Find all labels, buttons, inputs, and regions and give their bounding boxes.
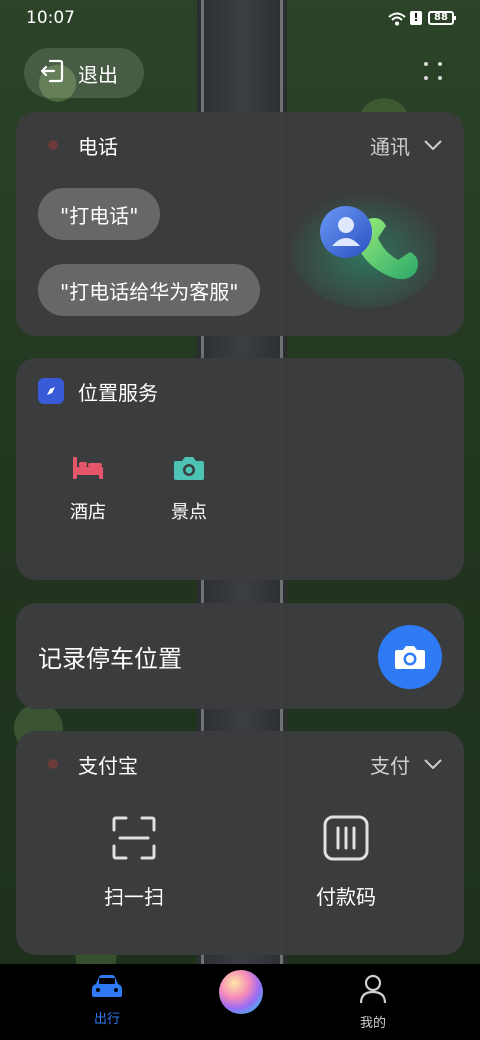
- hotel-label: 酒店: [70, 502, 106, 523]
- payment-code-button[interactable]: 付款码: [276, 813, 416, 910]
- nav-travel-label: 出行: [93, 1012, 120, 1027]
- camera-icon: [395, 646, 425, 669]
- battery-icon: 88: [428, 11, 456, 25]
- nav-mine[interactable]: 我的: [350, 974, 396, 1031]
- alipay-card-title: 支付宝: [78, 753, 138, 778]
- battery-level: 88: [434, 12, 448, 23]
- compass-icon: [38, 378, 64, 404]
- scan-button[interactable]: 扫一扫: [64, 813, 204, 910]
- nav-travel[interactable]: 出行: [84, 974, 130, 1027]
- location-card-title: 位置服务: [78, 380, 158, 405]
- payment-category-dropdown[interactable]: 支付: [370, 750, 442, 779]
- more-options-icon[interactable]: [424, 62, 444, 82]
- payment-code-label: 付款码: [316, 885, 376, 909]
- attraction-label: 景点: [171, 502, 207, 523]
- record-parking-camera-button[interactable]: [378, 625, 442, 689]
- phone-app-icon: [48, 140, 58, 150]
- hotel-item[interactable]: 酒店: [48, 450, 128, 524]
- alert-icon: !: [410, 11, 422, 25]
- phone-category-label: 通讯: [370, 134, 410, 159]
- phone-category-dropdown[interactable]: 通讯: [370, 131, 442, 160]
- chevron-down-icon: [424, 759, 442, 769]
- phone-card-title: 电话: [78, 134, 118, 159]
- phone-contact-illustration-icon: [286, 180, 441, 310]
- suggestion-call[interactable]: "打电话": [38, 188, 161, 240]
- phone-card: 电话 通讯 "打电话" "打电话给华为客服": [16, 112, 464, 336]
- payment-code-icon: [323, 815, 369, 861]
- suggestion-call-huawei-service[interactable]: "打电话给华为客服": [38, 264, 261, 316]
- status-time: 10:07: [26, 8, 75, 28]
- parking-card[interactable]: 记录停车位置: [16, 603, 464, 709]
- parking-title: 记录停车位置: [38, 645, 182, 673]
- person-icon: [359, 974, 387, 1004]
- scan-icon: [112, 816, 156, 860]
- payment-category-label: 支付: [370, 753, 410, 778]
- assistant-orb-button[interactable]: [219, 970, 263, 1014]
- exit-icon: [38, 57, 66, 90]
- wifi-icon: [388, 12, 406, 26]
- status-bar: 10:07 ! 88: [0, 0, 480, 36]
- bottom-nav: 出行 我的: [0, 964, 480, 1040]
- attraction-item[interactable]: 景点: [149, 450, 229, 524]
- hotel-bed-icon: [73, 457, 103, 479]
- exit-label: 退出: [78, 62, 118, 87]
- scan-label: 扫一扫: [104, 885, 164, 909]
- chevron-down-icon: [424, 140, 442, 150]
- location-service-card: 位置服务 酒店 景点: [16, 358, 464, 580]
- car-icon: [92, 975, 122, 997]
- alipay-card: 支付宝 支付 扫一扫 付款码: [16, 731, 464, 955]
- alipay-app-icon: [48, 759, 58, 769]
- exit-button[interactable]: 退出: [24, 48, 144, 98]
- camera-icon: [174, 457, 204, 480]
- nav-mine-label: 我的: [359, 1016, 386, 1031]
